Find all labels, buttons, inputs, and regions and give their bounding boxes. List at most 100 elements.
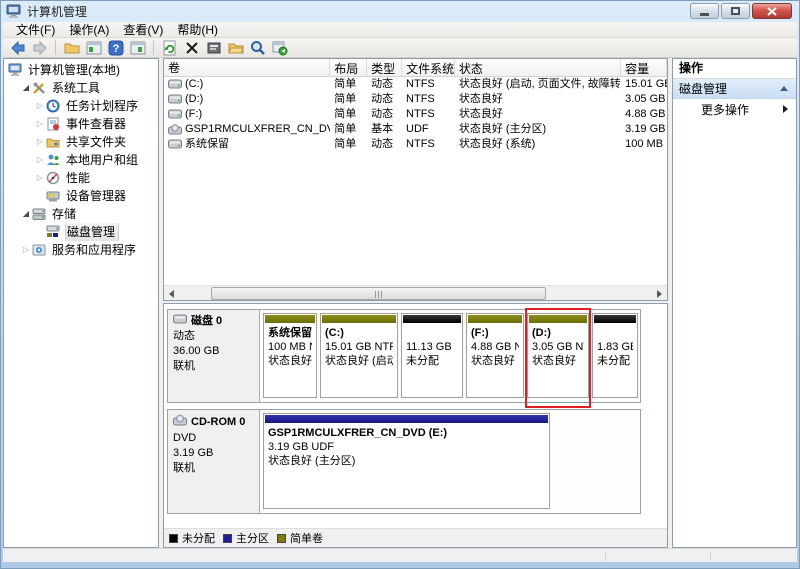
volume-row-system-reserved[interactable]: 系统保留 简单 动态 NTFS 状态良好 (系统) 100 MB [164,137,667,152]
disk-name: CD-ROM 0 [191,415,245,430]
expander-collapsed-icon[interactable] [20,241,32,259]
collapse-arrow-icon[interactable] [780,86,788,91]
tree-item-label: 性能 [65,169,93,187]
tree-item-local-users-and-groups[interactable]: 本地用户和组 [4,151,158,169]
properties-icon[interactable] [204,39,223,57]
column-header-status[interactable]: 状态 [455,59,621,76]
actions-section-disk-management[interactable]: 磁盘管理 [673,79,796,99]
expander-collapsed-icon[interactable] [34,169,46,187]
refresh-icon[interactable] [160,39,179,57]
expander-expanded-icon[interactable] [20,79,32,97]
unallocated-stripe [594,315,636,323]
volume-status: 状态良好 (主分区) [455,122,621,137]
volume-name: (F:) [185,107,202,122]
partition-unallocated-2[interactable]: 1.83 GB 未分配 [592,313,638,398]
partition-unallocated-1[interactable]: 11.13 GB 未分配 [401,313,463,398]
open-folder-icon[interactable] [226,39,245,57]
column-header-volume[interactable]: 卷 [164,59,330,76]
horizontal-scrollbar[interactable] [164,285,667,300]
volume-row-e-dvd[interactable]: GSP1RMCULXFRER_CN_DVD (E:) 简单 基本 UDF 状态良… [164,122,667,137]
system-tools-icon [32,81,47,95]
disk-type: 动态 [173,329,254,344]
show-console-tree-icon[interactable] [128,39,147,57]
column-header-type[interactable]: 类型 [367,59,402,76]
tree-item-storage[interactable]: 存储 [4,205,158,223]
partition-size: 100 MB NTFS [268,340,312,354]
tree-item-label: 磁盘管理 [65,223,119,241]
tree-item-task-scheduler[interactable]: 任务计划程序 [4,97,158,115]
console-window-icon[interactable] [84,39,103,57]
partition-c[interactable]: (C:) 15.01 GB NTFS 状态良好 (启动, [320,313,398,398]
delete-icon[interactable] [182,39,201,57]
minimize-button[interactable] [690,3,719,19]
performance-icon [46,171,61,185]
unallocated-swatch [169,534,178,543]
tree-item-services-and-applications[interactable]: 服务和应用程序 [4,241,158,259]
expander-collapsed-icon[interactable] [34,97,46,115]
volume-row-c[interactable]: (C:) 简单 动态 NTFS 状态良好 (启动, 页面文件, 故障转储) 15… [164,77,667,92]
expander-collapsed-icon[interactable] [34,115,46,133]
simple-volume-stripe [322,315,396,323]
legend: 未分配 主分区 简单卷 [164,528,667,547]
maximize-button[interactable] [721,3,750,19]
cdrom0-label[interactable]: CD-ROM 0 DVD 3.19 GB 联机 [168,410,260,513]
statusbar-separator [605,551,606,561]
primary-partition-stripe [265,415,548,423]
menu-file[interactable]: 文件(F) [9,22,62,38]
close-button[interactable] [752,3,792,19]
update-icon[interactable] [270,39,289,57]
disk-status: 联机 [173,461,254,476]
partition-size: 11.13 GB [406,340,458,354]
scroll-right-arrow[interactable] [652,286,667,301]
partition-f[interactable]: (F:) 4.88 GB NTFS 状态良好 [466,313,524,398]
scroll-left-arrow[interactable] [164,286,179,301]
tree-item-label: 共享文件夹 [65,133,129,151]
expander-collapsed-icon[interactable] [34,151,46,169]
disk0-label[interactable]: 磁盘 0 动态 36.00 GB 联机 [168,310,260,402]
toolbar-separator [153,40,154,55]
partition-size: 15.01 GB NTFS [325,340,393,354]
column-header-layout[interactable]: 布局 [330,59,367,76]
column-header-capacity[interactable]: 容量 [621,59,667,76]
expander-expanded-icon[interactable] [20,205,32,223]
tree-item-label: 存储 [51,205,79,223]
search-icon[interactable] [248,39,267,57]
export-list-icon[interactable] [62,39,81,57]
volume-name: (C:) [185,77,203,92]
tree-item-computer-management[interactable]: 计算机管理(本地) [4,61,158,79]
volume-layout: 简单 [330,77,367,92]
tree-item-performance[interactable]: 性能 [4,169,158,187]
partition-status: 状态良好 (主分区) [268,454,545,468]
volume-row-f[interactable]: (F:) 简单 动态 NTFS 状态良好 4.88 GB [164,107,667,122]
titlebar: 计算机管理 [0,0,800,22]
actions-title: 操作 [673,59,796,79]
tree-item-label: 任务计划程序 [65,97,141,115]
expander-collapsed-icon[interactable] [34,133,46,151]
toolbar: ? [3,38,797,58]
column-header-filesystem[interactable]: 文件系统 [402,59,455,76]
drive-icon [168,94,182,105]
menu-help[interactable]: 帮助(H) [170,22,225,38]
menu-action[interactable]: 操作(A) [62,22,116,38]
back-icon[interactable] [8,39,27,57]
volume-status: 状态良好 [455,107,621,122]
tree-item-label: 设备管理器 [65,187,129,205]
volume-capacity: 3.05 GB [621,92,667,107]
tree-item-device-manager[interactable]: 设备管理器 [4,187,158,205]
partition-d[interactable]: (D:) 3.05 GB NTFS 状态良好 [527,313,589,398]
device-manager-icon [46,189,61,203]
menu-view[interactable]: 查看(V) [116,22,170,38]
tree-item-shared-folders[interactable]: 共享文件夹 [4,133,158,151]
tree-item-event-viewer[interactable]: 事件查看器 [4,115,158,133]
forward-icon[interactable] [30,39,49,57]
tree-item-disk-management[interactable]: 磁盘管理 [4,223,158,241]
more-actions-item[interactable]: 更多操作 [673,99,796,119]
volume-row-d[interactable]: (D:) 简单 动态 NTFS 状态良好 3.05 GB [164,92,667,107]
partition-e-dvd[interactable]: GSP1RMCULXFRER_CN_DVD (E:) 3.19 GB UDF 状… [263,413,550,509]
legend-unallocated: 未分配 [169,530,215,546]
scrollbar-thumb[interactable] [211,287,546,300]
volume-capacity: 100 MB [621,137,667,152]
tree-item-system-tools[interactable]: 系统工具 [4,79,158,97]
partition-system-reserved[interactable]: 系统保留 100 MB NTFS 状态良好 (系统 [263,313,317,398]
help-icon[interactable]: ? [106,39,125,57]
